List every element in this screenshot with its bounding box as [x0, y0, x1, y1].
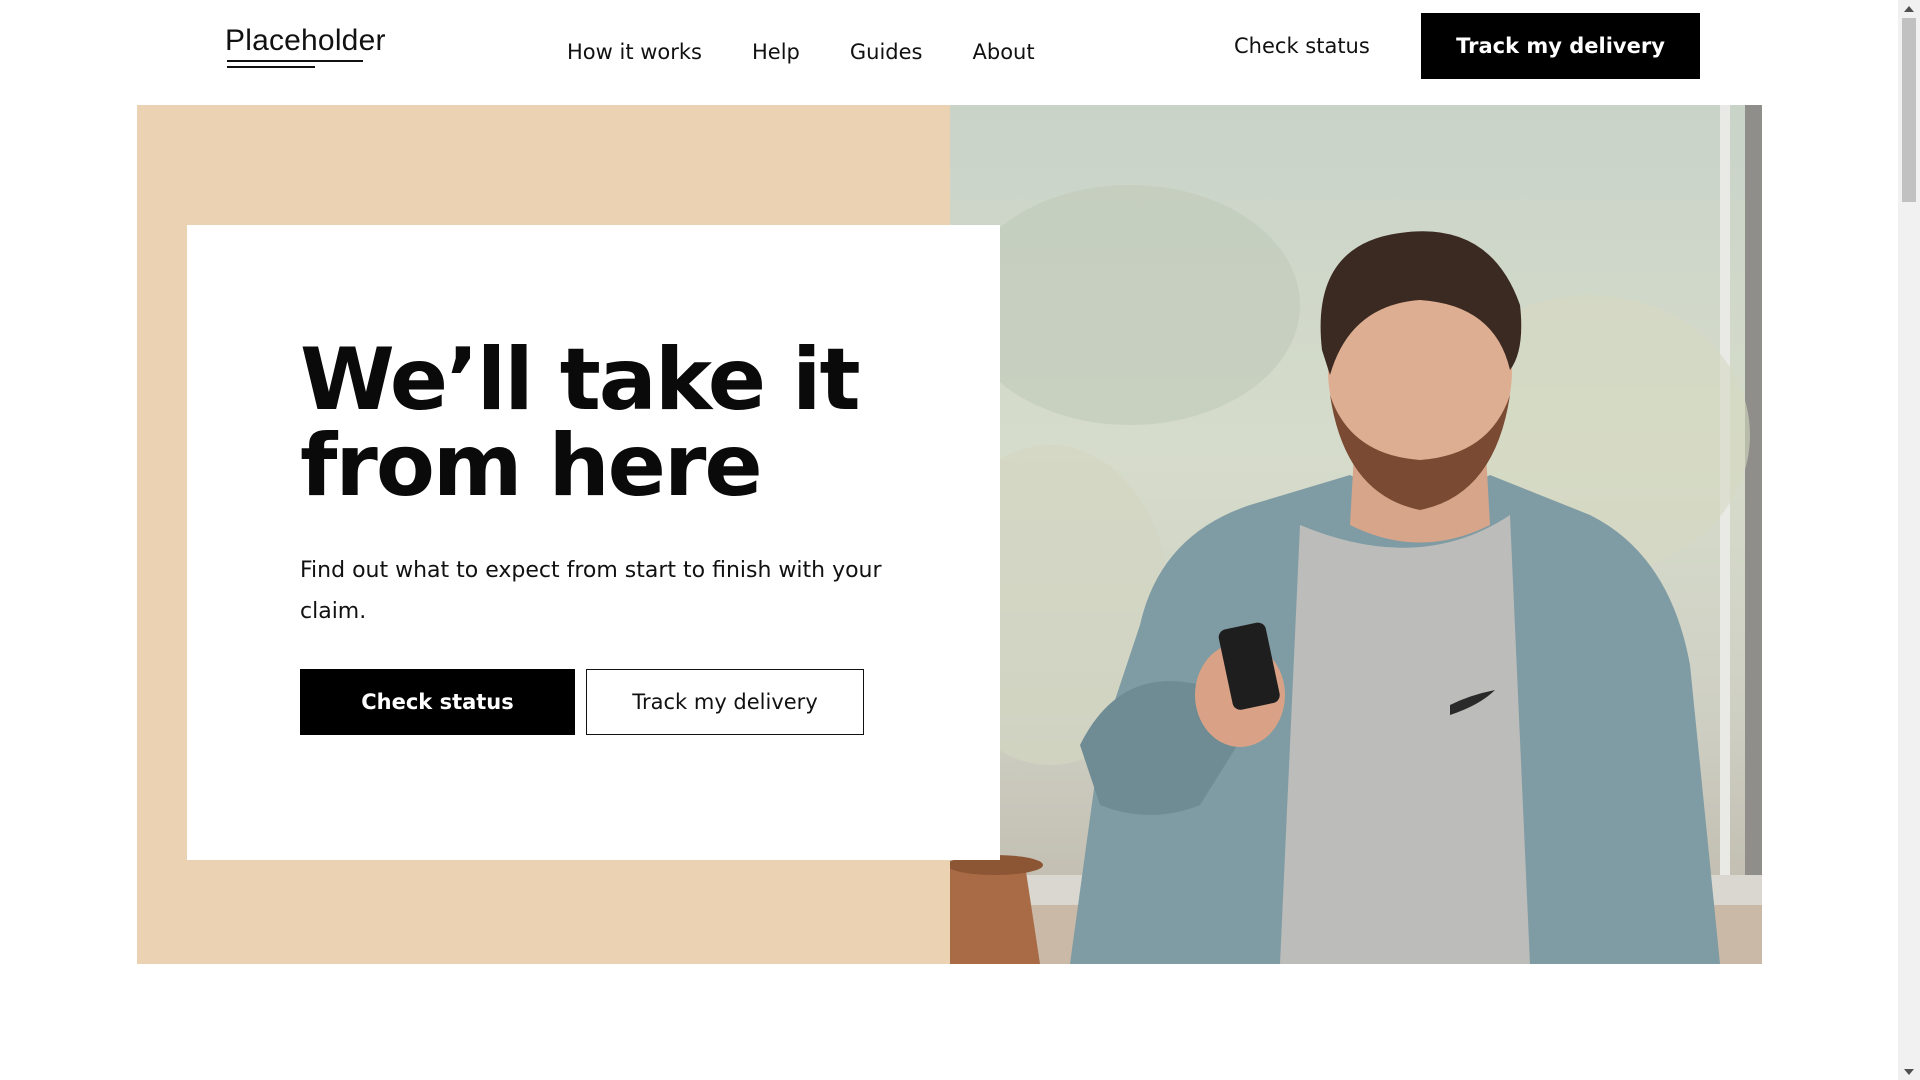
- scroll-down-arrow-icon[interactable]: [1898, 1063, 1920, 1080]
- below-fold-heading-fragment: [1152, 1073, 1192, 1080]
- hero-section: We’ll take it from here Find out what to…: [137, 105, 1762, 964]
- nav-guides[interactable]: Guides: [850, 38, 923, 68]
- nav-about[interactable]: About: [973, 38, 1035, 68]
- hero-title: We’ll take it from here: [300, 330, 861, 516]
- page: Placeholder How it works Help Guides Abo…: [0, 0, 1920, 1080]
- track-delivery-button[interactable]: Track my delivery: [586, 669, 864, 735]
- logo-underline-short: [227, 66, 315, 68]
- check-status-button[interactable]: Check status: [300, 669, 575, 735]
- hero-subtitle: Find out what to expect from start to fi…: [300, 558, 882, 624]
- hero-card: We’ll take it from here Find out what to…: [187, 225, 1000, 860]
- nav-help[interactable]: Help: [752, 38, 800, 68]
- hero-photo: [950, 105, 1762, 964]
- logo-text: Placeholder: [225, 24, 386, 57]
- site-header: Placeholder How it works Help Guides Abo…: [0, 0, 1898, 105]
- man-with-phone-illustration: [950, 105, 1762, 964]
- nav-how-it-works[interactable]: How it works: [567, 38, 702, 68]
- vertical-scrollbar[interactable]: [1898, 0, 1920, 1080]
- scrollbar-thumb[interactable]: [1902, 18, 1916, 202]
- main-nav: How it works Help Guides About: [567, 38, 1035, 68]
- logo-underline: [227, 60, 363, 62]
- logo[interactable]: Placeholder: [225, 24, 385, 72]
- scroll-up-arrow-icon[interactable]: [1898, 0, 1920, 17]
- header-track-delivery-button[interactable]: Track my delivery: [1421, 13, 1700, 79]
- header-check-status-link[interactable]: Check status: [1234, 32, 1370, 60]
